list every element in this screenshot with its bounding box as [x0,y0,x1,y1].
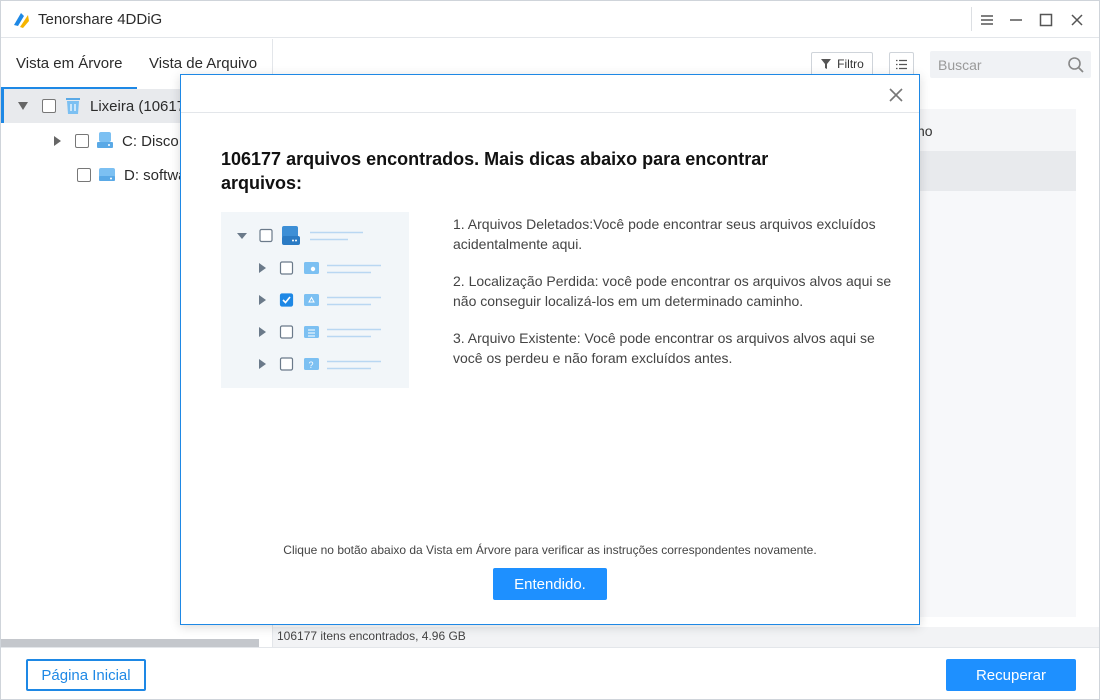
search-box [930,51,1091,78]
tab-tree-view[interactable]: Vista em Árvore [16,55,122,72]
table-row[interactable] [901,191,1076,231]
list-icon [896,59,907,69]
svg-text:?: ? [309,360,314,370]
app-title: Tenorshare 4DDiG [38,11,163,28]
chevron-down-icon [237,233,247,239]
dialog-note: Clique no botão abaixo da Vista em Árvor… [283,543,817,557]
filter-icon [821,59,832,69]
tip-lost-location: 2. Localização Perdida: você pode encont… [453,273,892,309]
bottom-bar: Página Inicial Recuperar [1,647,1099,699]
close-icon[interactable] [886,85,906,105]
recover-button[interactable]: Recuperar [946,659,1076,691]
recycle-bin-icon [66,98,80,114]
minimize-icon[interactable] [1005,9,1027,31]
checkbox-icon [279,357,294,371]
got-it-button[interactable]: Entendido. [493,568,607,600]
checked-checkbox-icon [279,293,294,307]
tree-illustration: ? [221,212,409,388]
chevron-right-icon[interactable] [54,136,61,146]
home-page-button[interactable]: Página Inicial [26,659,146,691]
drive-icon [97,132,113,148]
chevron-right-icon [259,327,266,337]
tab-file-view[interactable]: Vista de Arquivo [149,55,257,72]
tree-checkbox[interactable] [42,99,56,113]
chevron-right-icon [259,359,266,369]
filter-label: Filtro [837,57,864,71]
titlebar-divider [971,7,972,31]
title-bar: Tenorshare 4DDiG [1,1,1099,38]
status-bar: 106177 itens encontrados, 4.96 GB [273,627,1099,647]
table-body [901,231,1076,617]
checkbox-icon [279,261,294,275]
chevron-right-icon [259,295,266,305]
tree-item-label: Lixeira (10617 [90,98,186,115]
tips-list: 1. Arquivos Deletados:Você pode encontra… [453,214,893,385]
tree-item-label: C: Disco [122,133,179,150]
filter-button[interactable]: Filtro [811,52,873,76]
table-header: no [901,109,1076,151]
chevron-down-icon[interactable] [18,102,28,110]
recycle-folder-icon [304,294,319,306]
status-text: 106177 itens encontrados, 4.96 GB [277,629,466,643]
list-view-button[interactable] [889,52,914,76]
tree-item-label: D: softwa [124,167,187,184]
close-window-icon[interactable] [1066,9,1088,31]
horizontal-scrollbar[interactable] [1,639,259,647]
checkbox-icon [279,325,294,339]
drive-icon [99,168,115,181]
chevron-right-icon [259,263,266,273]
tip-existing-file: 3. Arquivo Existente: Você pode encontra… [453,330,875,366]
checkbox-icon [259,228,273,243]
menu-icon[interactable] [976,9,998,31]
drive-icon [282,226,300,245]
table-row[interactable] [901,151,1076,191]
search-icon[interactable] [1067,56,1085,74]
tree-checkbox[interactable] [75,134,89,148]
dialog-title: 106177 arquivos encontrados. Mais dicas … [221,149,769,193]
tip-deleted-files: 1. Arquivos Deletados:Você pode encontra… [453,216,876,252]
maximize-icon[interactable] [1035,9,1057,31]
search-input[interactable] [930,51,1060,78]
app-logo-icon [14,13,29,28]
tree-checkbox[interactable] [77,168,91,182]
dialog-header-divider [181,112,919,113]
tips-dialog: 106177 arquivos encontrados. Mais dicas … [180,74,920,625]
